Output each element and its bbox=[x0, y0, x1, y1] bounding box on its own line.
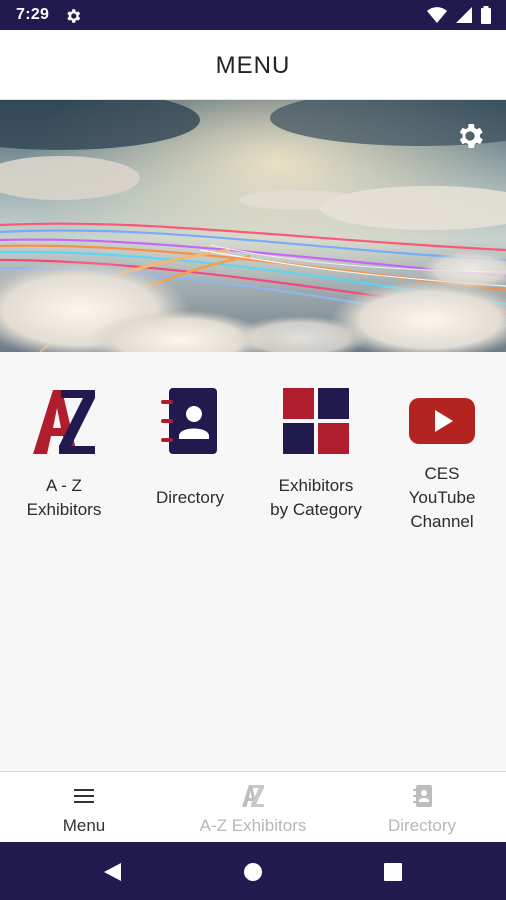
hamburger-icon bbox=[74, 789, 94, 803]
az-icon bbox=[242, 785, 264, 807]
nav-label: A-Z Exhibitors bbox=[199, 816, 307, 835]
system-nav-bar bbox=[0, 842, 506, 900]
signal-icon bbox=[455, 7, 472, 23]
tile-az-exhibitors[interactable]: A - Z Exhibitors bbox=[1, 386, 127, 556]
contact-book-icon bbox=[413, 785, 432, 807]
tile-ces-youtube-channel[interactable]: CES YouTube Channel bbox=[379, 386, 505, 556]
nav-label: Menu bbox=[62, 816, 106, 835]
tile-label: CES YouTube Channel bbox=[408, 464, 476, 531]
app-bar: MENU bbox=[0, 30, 506, 100]
page-title: MENU bbox=[215, 52, 291, 79]
youtube-icon bbox=[409, 398, 475, 444]
settings-icon bbox=[67, 9, 81, 23]
battery-icon bbox=[481, 6, 491, 24]
nav-item-menu[interactable]: Menu bbox=[0, 772, 168, 843]
az-logo-icon bbox=[33, 390, 95, 454]
hero-image bbox=[0, 100, 506, 352]
bottom-nav: Menu A-Z Exhibitors Directory bbox=[0, 771, 506, 842]
gear-icon[interactable] bbox=[454, 120, 486, 152]
back-icon[interactable] bbox=[101, 861, 123, 883]
menu-grid: A - Z Exhibitors Directory Exhibitors by… bbox=[0, 352, 506, 770]
status-time: 7:29 bbox=[16, 6, 50, 23]
tile-exhibitors-by-category[interactable]: Exhibitors by Category bbox=[253, 386, 379, 556]
status-bar: 7:29 bbox=[0, 0, 506, 30]
tile-directory[interactable]: Directory bbox=[127, 386, 253, 556]
tile-label: Directory bbox=[155, 488, 224, 507]
category-grid-icon bbox=[283, 388, 349, 454]
nav-label: Directory bbox=[387, 816, 456, 835]
tile-label: Exhibitors by Category bbox=[270, 476, 362, 519]
recents-icon[interactable] bbox=[382, 861, 404, 883]
status-icons bbox=[423, 6, 492, 24]
wifi-icon bbox=[427, 7, 448, 23]
hero-banner bbox=[0, 100, 506, 352]
home-icon[interactable] bbox=[242, 861, 264, 883]
nav-item-directory[interactable]: Directory bbox=[338, 772, 506, 843]
nav-item-az-exhibitors[interactable]: A-Z Exhibitors bbox=[169, 772, 337, 843]
tile-label: A - Z Exhibitors bbox=[26, 476, 102, 519]
contact-book-icon bbox=[161, 388, 217, 454]
